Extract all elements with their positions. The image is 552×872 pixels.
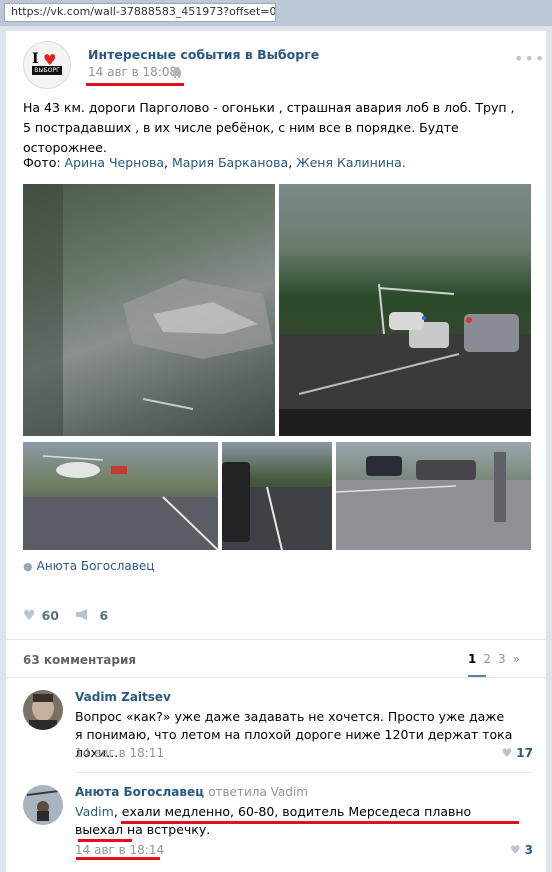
logo-letter: I [32, 51, 39, 67]
android-icon [172, 67, 182, 78]
comments-pager: 1 2 3 » [468, 652, 527, 666]
comment-author-link[interactable]: Анюта Богославец ответила Vadim [75, 785, 308, 799]
commenter-avatar[interactable] [23, 785, 63, 825]
photo-credit: Фото: Арина Чернова, Мария Барканова, Же… [23, 155, 406, 170]
browser-address-bar: https://vk.com/wall-37888583_451973?offs… [0, 0, 552, 26]
page-link-1[interactable]: 1 [468, 652, 476, 666]
person-icon: ● [23, 560, 33, 573]
group-name-link[interactable]: Интересные события в Выборге [88, 47, 319, 62]
url-field[interactable]: https://vk.com/wall-37888583_451973?offs… [4, 3, 276, 22]
post-photo-2[interactable] [279, 184, 531, 436]
comment-date[interactable]: 14 авг в 18:11 [75, 746, 164, 760]
post-author-signature[interactable]: ● Анюта Богославец [23, 559, 154, 573]
post-author-name: Анюта Богославец [36, 559, 155, 573]
comment-item: Анюта Богославец ответила Vadim Vadim, е… [23, 785, 533, 865]
comment-date[interactable]: 14 авг в 18:14 [75, 843, 164, 857]
like-button[interactable]: ♥ 60 [23, 608, 59, 624]
comment-item: Vadim Zaitsev Вопрос «как?» уже даже зад… [23, 690, 533, 760]
heart-icon: ♥ [23, 608, 36, 624]
share-count: 6 [99, 608, 109, 623]
comments-count: 63 комментария [23, 653, 137, 667]
post-date[interactable]: 14 авг в 18:08 [88, 65, 177, 79]
heart-icon: ♥ [509, 843, 521, 857]
post-photo-4[interactable] [222, 442, 332, 550]
reply-to-label: ответила Vadim [208, 785, 308, 799]
text-highlight-underline [78, 839, 132, 842]
photo-credit-prefix: Фото: [23, 155, 61, 170]
comment-like-count: 3 [524, 843, 533, 857]
comment-like-count: 17 [516, 746, 533, 760]
divider [75, 772, 533, 773]
post-photo-1[interactable] [23, 184, 275, 436]
divider [6, 677, 546, 678]
share-button[interactable]: 6 [76, 608, 108, 624]
heart-icon: ♥ [501, 746, 513, 760]
comment-like-button[interactable]: ♥ 3 [510, 843, 533, 857]
post-text: На 43 км. дороги Парголово - огоньки , с… [23, 100, 515, 155]
photo-author-link[interactable]: Арина Чернова [65, 155, 164, 170]
page-link-3[interactable]: 3 [498, 652, 506, 666]
date-highlight-underline [76, 857, 160, 860]
comment-author-name: Анюта Богославец [75, 785, 205, 799]
post-photo-5[interactable] [336, 442, 531, 550]
comment-author-link[interactable]: Vadim Zaitsev [75, 690, 171, 704]
photo-author-link[interactable]: Мария Барканова [172, 155, 288, 170]
logo-label: ВЫБОРГ [32, 66, 62, 75]
more-actions-icon[interactable]: ••• [514, 49, 545, 68]
post-photo-3[interactable] [23, 442, 218, 550]
date-highlight-underline [86, 83, 184, 86]
divider [6, 639, 546, 640]
text-highlight-underline [121, 821, 519, 824]
like-count: 60 [41, 608, 59, 623]
commenter-avatar[interactable] [23, 690, 63, 730]
page-link-2[interactable]: 2 [483, 652, 491, 666]
wall-post-card: I ♥ ВЫБОРГ Интересные события в Выборге … [6, 31, 546, 872]
comment-like-button[interactable]: ♥ 17 [502, 746, 533, 760]
megaphone-icon [76, 609, 94, 624]
mention-link[interactable]: Vadim [75, 804, 114, 819]
page-next-link[interactable]: » [513, 652, 520, 666]
photo-author-link[interactable]: Женя Калинина. [296, 155, 406, 170]
group-avatar[interactable]: I ♥ ВЫБОРГ [23, 41, 71, 89]
